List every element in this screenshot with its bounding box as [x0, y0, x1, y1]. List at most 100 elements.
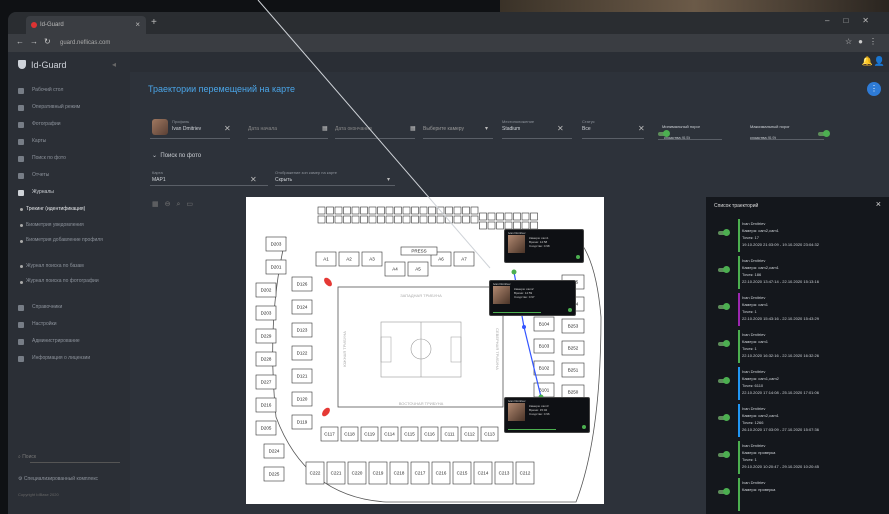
seat-block [360, 206, 368, 215]
stadium-map[interactable]: D203 D201 D202 D203 D229 D228 D227 D216 D205 D224… [246, 197, 604, 504]
trajectory-toggle[interactable] [718, 229, 730, 236]
trajectory-item[interactable]: Ivan Dmitriev Камера: cam1 Точек: 1 22.10.2… [714, 330, 884, 363]
seat-block [496, 221, 504, 230]
chevron-down-icon[interactable]: ▾ [485, 125, 488, 132]
sidebar-item-operative[interactable]: Оперативный режим [8, 99, 130, 116]
sector-label: C116 [424, 432, 435, 437]
date-to-field[interactable]: Дата окончания [335, 126, 372, 132]
info-icon[interactable]: ⋮ [867, 82, 881, 96]
collapse-sidebar-icon[interactable]: ◂ [112, 60, 116, 69]
trajectory-toggle[interactable] [718, 488, 730, 495]
nav-buttons[interactable]: ←→↻ [16, 37, 57, 46]
sidebar-item-dashboard[interactable]: Рабочий стол [8, 82, 130, 99]
trajectory-color-bar [738, 404, 740, 437]
camera-popup[interactable]: Ivan Dmitriev Камера: cam3 Время: 15:02 Сх… [504, 397, 590, 433]
sidebar-item-settings[interactable]: Настройки [8, 316, 130, 333]
sidebar-item-journals[interactable]: Журналы [8, 184, 130, 201]
trajectory-toggle[interactable] [718, 451, 730, 458]
seat-block [411, 215, 419, 224]
camera-select[interactable]: Выберите камеру [423, 126, 464, 132]
sidebar-subitem-journal-bases[interactable]: Журнал поиска по базам [8, 258, 130, 274]
trajectory-color-bar [738, 293, 740, 326]
clear-person-icon[interactable]: ✕ [224, 124, 231, 133]
trajectory-toggle[interactable] [718, 340, 730, 347]
settings-icon: ⚙ [18, 476, 23, 482]
trajectory-toggle[interactable] [718, 266, 730, 273]
camera-popup[interactable]: Ivan Dmitriev Камера: cam1 Время: 14:58 Сх… [504, 229, 584, 263]
west-stand-label: ЗАПАДНАЯ ТРИБУНА [400, 293, 442, 298]
sidebar-subitem-bio-add[interactable]: Биометрия добавление профиля [8, 233, 121, 258]
browser-tabbar: Id-Guard × + –□✕ [8, 12, 889, 34]
close-tab-icon[interactable]: × [135, 16, 140, 34]
browser-actions[interactable]: ☆●⋮ [845, 37, 883, 46]
clear-map-icon[interactable]: ✕ [250, 175, 257, 184]
sidebar-item-admin[interactable]: Администрирование [8, 333, 130, 350]
trajectory-item[interactable]: Ivan Dmitriev Камера: cam2,cam1 Точек: 186… [714, 256, 884, 289]
sector-label: D201 [271, 265, 282, 270]
sector-label: B103 [539, 344, 550, 349]
seat-block [419, 215, 428, 224]
person-value[interactable]: Ivan Dmitriev [172, 126, 201, 132]
map-value[interactable]: MAP1 [152, 177, 166, 183]
sidebar-bottom-link[interactable]: ⚙ Специализированный комплекс [18, 476, 98, 482]
sidebar-item-photos[interactable]: Фотографии [8, 116, 130, 133]
trajectory-item[interactable]: Ivan Dmitriev Камера: cam1,cam2 Точек: 611… [714, 367, 884, 400]
trajectory-item[interactable]: Ivan Dmitriev Камера: проверка Точек: 1 29.… [714, 441, 884, 474]
seat-block [453, 206, 462, 215]
sidebar-subitem-bio-notify[interactable]: Биометрия уведомления [8, 217, 130, 233]
seat-block [343, 206, 351, 215]
bullet-icon [20, 265, 23, 268]
sidebar-item-directories[interactable]: Справочники [8, 299, 130, 316]
browser-tab[interactable]: Id-Guard × [26, 16, 146, 34]
calendar-icon[interactable]: ▦ [322, 125, 328, 132]
close-icon[interactable]: × [876, 199, 881, 209]
window-controls[interactable]: –□✕ [825, 16, 883, 25]
seat-block [317, 206, 326, 215]
trajectory-toggle[interactable] [718, 377, 730, 384]
sidebar-item-maps[interactable]: Карты [8, 133, 130, 150]
sector-label: C216 [436, 471, 447, 476]
map-tools[interactable]: ▦⊖⌕▭ [152, 200, 199, 209]
trajectory-toggle[interactable] [718, 414, 730, 421]
bell-icon[interactable]: 🔔 [862, 56, 873, 67]
status-label: Статус [582, 119, 595, 124]
seat-block [317, 215, 326, 224]
clear-status-icon[interactable]: ✕ [638, 124, 645, 133]
seat-block [368, 206, 377, 215]
bullet-icon [20, 240, 23, 243]
sidebar-item-license[interactable]: Информация о лицензии [8, 350, 130, 367]
seat-block [326, 206, 334, 215]
seat-block [521, 221, 530, 230]
zones-value[interactable]: Скрыть [275, 177, 292, 183]
calendar-icon[interactable]: ▦ [410, 125, 416, 132]
sidebar-subitem-journal-photo[interactable]: Журнал поиска по фотографии [8, 274, 121, 299]
trajectory-toggle[interactable] [718, 303, 730, 310]
sidebar-item-photo-search[interactable]: Поиск по фото [8, 150, 130, 167]
trajectory-item[interactable]: Ivan Dmitriev Камера: cam2,cam1 Точек: 17 1… [714, 219, 884, 252]
wrench-icon [18, 322, 24, 328]
sector-label: A5 [415, 267, 421, 272]
date-from-field[interactable]: Дата начала [248, 126, 277, 132]
sector-label: D203 [261, 311, 272, 316]
trajectory-item[interactable]: Ivan Dmitriev Камера: cam1 Точек: 1 22.10.2… [714, 293, 884, 326]
chevron-down-icon[interactable]: ▾ [387, 176, 390, 183]
status-value[interactable]: Все [582, 126, 591, 132]
url-field[interactable]: guard.neflicas.com [60, 37, 780, 49]
new-tab-icon[interactable]: + [151, 17, 157, 28]
max-threshold-toggle[interactable] [818, 130, 830, 137]
camera-popup[interactable]: Ivan Dmitriev Камера: cam2 Время: 14:59 Сх… [489, 280, 576, 316]
sidebar-search[interactable]: ⌕ Поиск [18, 454, 120, 463]
user-icon[interactable]: 👤 [874, 56, 885, 67]
seat-block [504, 212, 513, 221]
sector-label: C112 [464, 432, 475, 437]
location-value[interactable]: Stadium [502, 126, 520, 132]
trajectory-item[interactable]: Ivan Dmitriev Камера: cam2,cam1 Точек: 126… [714, 404, 884, 437]
camera-marker [324, 277, 332, 287]
sidebar-item-reports[interactable]: Отчеты [8, 167, 130, 184]
seat-block [436, 206, 445, 215]
trajectory-item[interactable]: Ivan Dmitriev Камера: проверка [714, 478, 884, 511]
clear-location-icon[interactable]: ✕ [557, 124, 564, 133]
sector-label: A7 [461, 257, 467, 262]
photo-search-toggle[interactable]: ⌄ Поиск по фото [152, 152, 201, 159]
sidebar-subitem-tracking[interactable]: Трекинг (идентификация) [8, 201, 130, 217]
